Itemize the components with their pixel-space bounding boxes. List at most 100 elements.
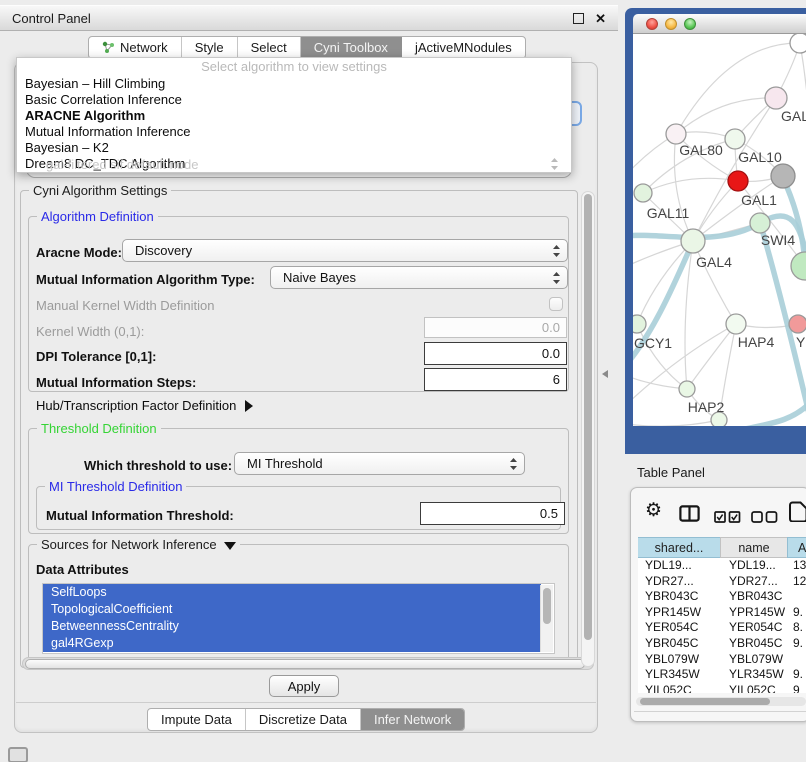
attribute-item-betweennesscentrality[interactable]: BetweennessCentrality bbox=[43, 618, 541, 635]
node-gal10[interactable] bbox=[725, 129, 745, 149]
tab-discretize-data[interactable]: Discretize Data bbox=[246, 709, 361, 730]
algorithm-option-bayesian-k2[interactable]: Bayesian – K2 bbox=[17, 140, 571, 156]
columns-icon[interactable] bbox=[679, 505, 700, 527]
tab-cyni-toolbox[interactable]: Cyni Toolbox bbox=[301, 37, 402, 58]
mi-algorithm-type-select[interactable]: Naive Bayes bbox=[270, 266, 568, 289]
dpi-tolerance-field[interactable]: 0.0 bbox=[424, 342, 567, 365]
column-header-a[interactable]: A bbox=[787, 537, 806, 558]
tab-jactivemnodules[interactable]: jActiveMNodules bbox=[402, 37, 525, 58]
horizontal-scrollbar[interactable] bbox=[22, 657, 594, 670]
select-all-checkboxes-icon[interactable] bbox=[714, 510, 741, 528]
node-gal4[interactable] bbox=[681, 229, 705, 253]
node-swi4[interactable] bbox=[750, 213, 770, 233]
network-edge-thick[interactable] bbox=[725, 402, 806, 426]
mi-steps-field[interactable]: 6 bbox=[424, 368, 567, 391]
algorithm-option-mutual-information-inference[interactable]: Mutual Information Inference bbox=[17, 124, 571, 140]
scrollbar-thumb[interactable] bbox=[25, 659, 585, 669]
node-big-green[interactable] bbox=[791, 252, 806, 280]
app-root: Control Panel ✕ NetworkStyleSelectCyni T… bbox=[0, 0, 806, 762]
node-hap4[interactable] bbox=[726, 314, 746, 334]
data-attributes-list[interactable]: SelfLoopsTopologicalCoefficientBetweenne… bbox=[42, 583, 555, 654]
aracne-mode-select[interactable]: Discovery bbox=[122, 239, 568, 262]
attribute-item-gal4rgexp[interactable]: gal4RGexp bbox=[43, 635, 541, 652]
table-row[interactable]: YIL052CYIL052C9 bbox=[638, 683, 806, 693]
node-gcy1[interactable] bbox=[633, 315, 646, 333]
network-window-titlebar[interactable] bbox=[633, 14, 806, 34]
node-hap2[interactable] bbox=[679, 381, 695, 397]
mi-threshold-field[interactable]: 0.5 bbox=[420, 502, 565, 525]
hub-transcription-factor-section[interactable]: Hub/Transcription Factor Definition bbox=[36, 398, 253, 413]
table-panel-title: Table Panel bbox=[637, 465, 705, 480]
sources-title[interactable]: Sources for Network Inference bbox=[37, 537, 240, 552]
node-red[interactable] bbox=[728, 171, 748, 191]
close-traffic-light[interactable] bbox=[646, 18, 658, 30]
tab-style[interactable]: Style bbox=[182, 37, 238, 58]
tab-label: Style bbox=[195, 40, 224, 55]
splitter-arrow-icon[interactable] bbox=[602, 370, 608, 378]
algorithm-option-aracne-algorithm[interactable]: ARACNE Algorithm bbox=[17, 108, 571, 124]
network-edge[interactable] bbox=[637, 324, 687, 389]
stepper-icon bbox=[545, 245, 560, 257]
apply-button[interactable]: Apply bbox=[269, 675, 339, 697]
tab-impute-data[interactable]: Impute Data bbox=[148, 709, 246, 730]
close-icon[interactable]: ✕ bbox=[595, 12, 606, 25]
dock-mini-icon[interactable] bbox=[8, 747, 28, 762]
table-row[interactable]: YDL19...YDL19...13 bbox=[638, 558, 806, 574]
scrollbar-thumb[interactable] bbox=[543, 588, 551, 624]
scrollbar-thumb[interactable] bbox=[584, 194, 592, 640]
node-label-gcy1: GCY1 bbox=[634, 335, 672, 351]
zoom-traffic-light[interactable] bbox=[684, 18, 696, 30]
network-graph[interactable]: GALGAL80GAL10GAL1GAL11SWI4GAL4GCY1HAP4YH… bbox=[633, 34, 806, 426]
node-gal11[interactable] bbox=[634, 184, 652, 202]
table-cell: YDL19... bbox=[638, 558, 722, 574]
tab-select[interactable]: Select bbox=[238, 37, 301, 58]
network-edge[interactable] bbox=[637, 241, 693, 324]
list-scrollbar[interactable] bbox=[540, 585, 553, 652]
tab-infer-network[interactable]: Infer Network bbox=[361, 709, 464, 730]
node-salmon[interactable] bbox=[789, 315, 806, 333]
table-row[interactable]: YDR27...YDR27...12 bbox=[638, 574, 806, 590]
table-row[interactable]: YER054CYER054C8. bbox=[638, 620, 806, 636]
vertical-scrollbar[interactable] bbox=[581, 191, 595, 667]
table-cell: YIL052C bbox=[722, 683, 790, 693]
attribute-item-topologicalcoefficient[interactable]: TopologicalCoefficient bbox=[43, 601, 541, 618]
node-label-y: Y bbox=[796, 334, 806, 350]
mi-steps-value: 6 bbox=[553, 372, 560, 387]
collapse-down-icon[interactable] bbox=[224, 542, 236, 550]
node-gal80[interactable] bbox=[666, 124, 686, 144]
node-table[interactable]: shared...nameA YDL19...YDL19...13YDR27..… bbox=[638, 537, 806, 693]
network-edge[interactable] bbox=[687, 324, 736, 389]
table-row[interactable]: YLR345WYLR345W9. bbox=[638, 667, 806, 683]
threshold-definition-title: Threshold Definition bbox=[37, 421, 161, 436]
node-top-right[interactable] bbox=[790, 34, 806, 53]
tab-network[interactable]: Network bbox=[89, 37, 182, 58]
minimize-traffic-light[interactable] bbox=[665, 18, 677, 30]
deselect-all-checkboxes-icon[interactable] bbox=[751, 510, 778, 528]
table-row[interactable]: YPR145WYPR145W9. bbox=[638, 605, 806, 621]
network-edge[interactable] bbox=[633, 420, 719, 426]
document-icon[interactable] bbox=[788, 501, 806, 527]
attribute-item-selfloops[interactable]: SelfLoops bbox=[43, 584, 541, 601]
table-cell: 12 bbox=[790, 574, 806, 590]
node-pink-top[interactable] bbox=[765, 87, 787, 109]
table-horizontal-scrollbar[interactable] bbox=[636, 697, 806, 706]
network-canvas[interactable]: GALGAL80GAL10GAL1GAL11SWI4GAL4GCY1HAP4YH… bbox=[633, 34, 806, 426]
network-edge[interactable] bbox=[676, 98, 776, 134]
algorithm-option-bayesian-hill-climbing[interactable]: Bayesian – Hill Climbing bbox=[17, 76, 571, 92]
node-gray[interactable] bbox=[771, 164, 795, 188]
which-threshold-select[interactable]: MI Threshold bbox=[234, 452, 525, 475]
table-row[interactable]: YBL079WYBL079W bbox=[638, 652, 806, 668]
expand-right-icon[interactable] bbox=[245, 400, 253, 412]
table-row[interactable]: YBR045CYBR045C9. bbox=[638, 636, 806, 652]
scrollbar-thumb[interactable] bbox=[640, 698, 770, 705]
algorithm-option-basic-correlation-inference[interactable]: Basic Correlation Inference bbox=[17, 92, 571, 108]
column-header-name[interactable]: name bbox=[720, 537, 788, 558]
float-window-icon[interactable] bbox=[573, 13, 584, 24]
table-row[interactable]: YBR043CYBR043C bbox=[638, 589, 806, 605]
column-header-shared[interactable]: shared... bbox=[638, 537, 721, 558]
manual-kernel-width-checkbox[interactable] bbox=[549, 297, 563, 311]
mi-threshold-definition-title: MI Threshold Definition bbox=[45, 479, 186, 494]
network-edge[interactable] bbox=[643, 178, 738, 193]
kernel-width-field[interactable]: 0.0 bbox=[424, 317, 567, 338]
gear-icon[interactable]: ⚙ bbox=[645, 501, 662, 520]
